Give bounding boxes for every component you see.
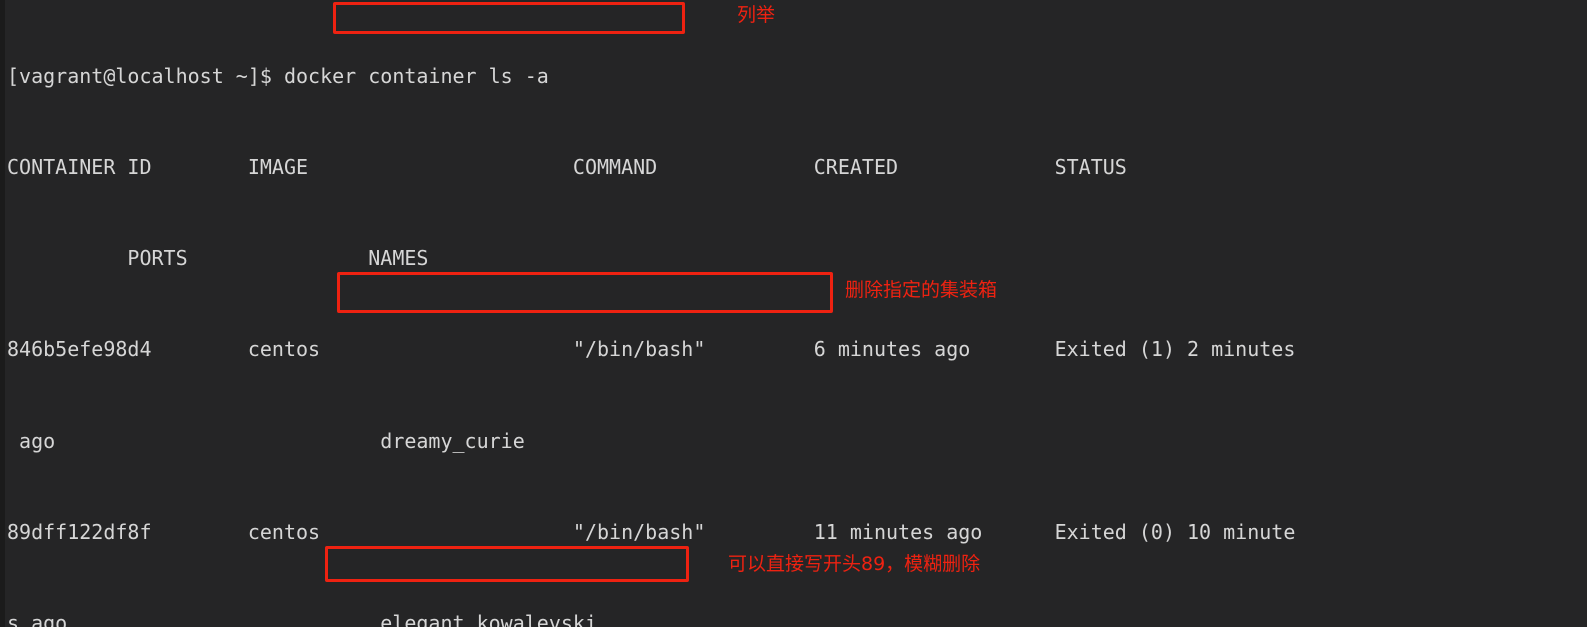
terminal-line-header: CONTAINER ID IMAGE COMMAND CREATED STATU… [7, 155, 1127, 180]
terminal-screen[interactable]: [vagrant@localhost ~]$ docker container … [7, 0, 1587, 627]
table-row-cont: ago dreamy_curie [7, 428, 525, 453]
terminal-window[interactable]: [vagrant@localhost ~]$ docker container … [0, 0, 1587, 627]
terminal-left-gutter [0, 0, 5, 627]
annotation-list-command: 列举 [737, 4, 776, 26]
table-row: 846b5efe98d4 centos "/bin/bash" 6 minute… [7, 337, 1296, 362]
annotation-remove-specified-container: 删除指定的集装箱 [845, 279, 998, 301]
table-row: 89dff122df8f centos "/bin/bash" 11 minut… [7, 519, 1296, 544]
annotation-fuzzy-remove-by-prefix: 可以直接写开头89，模糊删除 [728, 553, 981, 575]
terminal-line-header-cont: PORTS NAMES [7, 246, 429, 271]
terminal-line: [vagrant@localhost ~]$ docker container … [7, 63, 549, 88]
table-row-cont: s ago elegant_kowalevski [7, 611, 598, 627]
